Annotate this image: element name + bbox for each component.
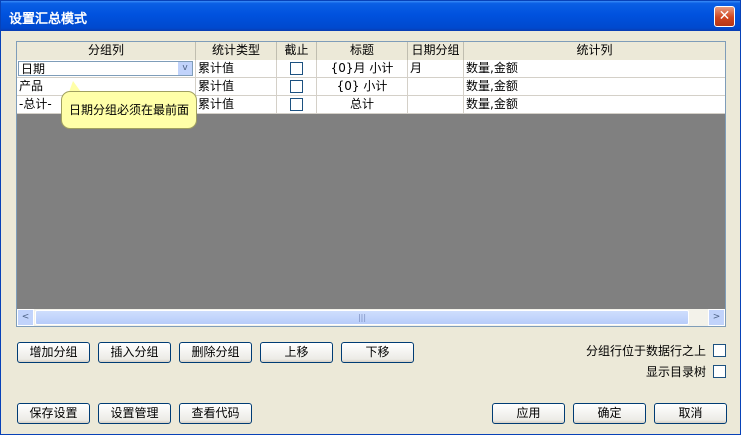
scroll-thumb[interactable]: ||| [35,310,689,325]
stat-type-cell[interactable]: 累计值 [196,96,277,113]
date-group-cell[interactable] [408,96,464,113]
stat-cols-cell[interactable]: 数量,金额 [464,96,725,113]
col-header-title[interactable]: 标题 [317,42,408,60]
cutoff-checkbox[interactable] [290,98,303,111]
title-cell[interactable]: {0}月 小计 [317,60,408,77]
add-group-button[interactable]: 增加分组 [17,342,90,363]
stat-type-cell[interactable]: 累计值 [196,60,277,77]
col-header-date-group[interactable]: 日期分组 [408,42,464,60]
move-up-button[interactable]: 上移 [260,342,333,363]
chevron-down-icon[interactable]: v [178,62,192,75]
cutoff-cell [277,60,317,77]
scroll-right-button[interactable]: > [708,309,725,326]
dialog-window: 设置汇总模式 ✕ 分组列 统计类型 截止 标题 日期分组 统计列 日期 v 累计… [0,0,741,435]
show-tree-checkbox[interactable] [713,365,726,378]
horizontal-scrollbar[interactable]: < ||| > [17,309,725,326]
view-code-button[interactable]: 查看代码 [179,403,252,424]
insert-group-button[interactable]: 插入分组 [98,342,171,363]
apply-button[interactable]: 应用 [492,403,565,424]
group-cell[interactable]: 日期 v [17,60,196,77]
title-cell[interactable]: {0} 小计 [317,78,408,95]
group-row-above-label: 分组行位于数据行之上 [585,344,706,358]
save-settings-button[interactable]: 保存设置 [17,403,90,424]
title-bar: 设置汇总模式 ✕ [1,1,740,31]
cutoff-cell [277,96,317,113]
stat-cols-cell[interactable]: 数量,金额 [464,60,725,77]
grid-header: 分组列 统计类型 截止 标题 日期分组 统计列 [17,42,725,61]
cancel-button[interactable]: 取消 [654,403,727,424]
cutoff-checkbox[interactable] [290,62,303,75]
group-row-above-checkbox[interactable] [713,344,726,357]
manage-settings-button[interactable]: 设置管理 [98,403,171,424]
ok-button[interactable]: 确定 [573,403,646,424]
col-header-stat-cols[interactable]: 统计列 [464,42,725,60]
delete-group-button[interactable]: 删除分组 [179,342,252,363]
scroll-left-button[interactable]: < [17,309,34,326]
col-header-stat-type[interactable]: 统计类型 [196,42,277,60]
table-row[interactable]: 日期 v 累计值 {0}月 小计 月 数量,金额 [17,60,725,78]
window-title: 设置汇总模式 [9,12,88,27]
move-down-button[interactable]: 下移 [341,342,414,363]
group-combo[interactable]: 日期 v [18,61,193,76]
summary-grid: 分组列 统计类型 截止 标题 日期分组 统计列 日期 v 累计值 {0}月 小计… [16,41,726,327]
cutoff-checkbox[interactable] [290,80,303,93]
tooltip: 日期分组必须在最前面 [61,91,197,129]
cutoff-cell [277,78,317,95]
title-cell[interactable]: 总计 [317,96,408,113]
stat-cols-cell[interactable]: 数量,金额 [464,78,725,95]
show-tree-label: 显示目录树 [645,365,706,379]
date-group-cell[interactable] [408,78,464,95]
col-header-cutoff[interactable]: 截止 [277,42,317,60]
stat-type-cell[interactable]: 累计值 [196,78,277,95]
col-header-group[interactable]: 分组列 [17,42,196,60]
group-combo-value: 日期 [21,62,46,76]
close-button[interactable]: ✕ [714,6,735,27]
date-group-cell[interactable]: 月 [408,60,464,77]
